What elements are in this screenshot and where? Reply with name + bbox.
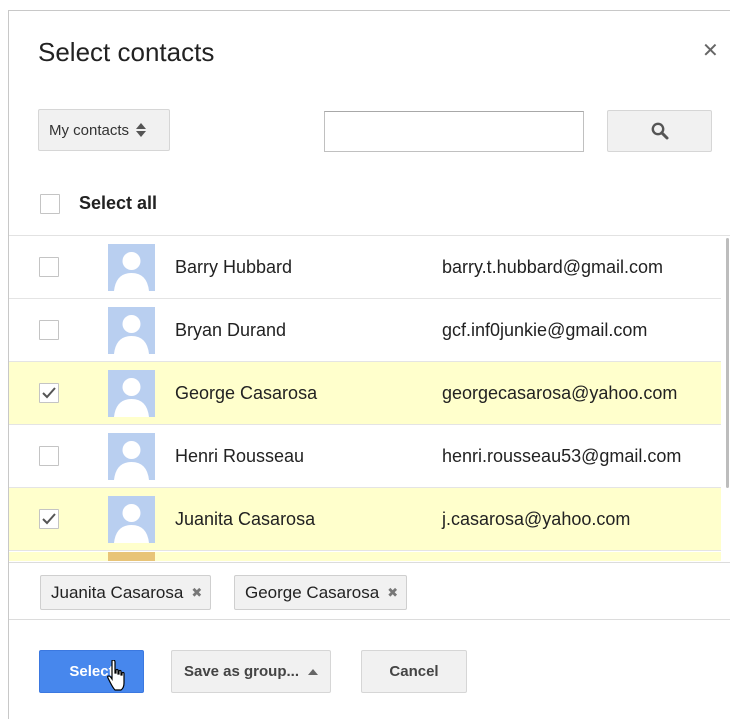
chip-label: George Casarosa — [245, 582, 380, 602]
select-contacts-dialog: Select contacts ✕ My contacts Select all… — [8, 10, 730, 719]
contact-group-label: My contacts — [49, 121, 130, 139]
selected-contact-chip: Juanita Casarosa ✖ — [40, 575, 212, 610]
select-all-row: Select all — [40, 193, 157, 214]
contact-name: Juanita Casarosa — [175, 509, 316, 529]
remove-chip-icon[interactable]: ✖ — [191, 585, 202, 601]
contact-checkbox[interactable] — [39, 257, 59, 277]
avatar — [108, 370, 155, 417]
up-down-arrows-icon — [136, 123, 147, 137]
avatar — [108, 307, 155, 354]
contact-name: Bryan Durand — [175, 320, 287, 340]
search-button[interactable] — [607, 110, 712, 152]
person-silhouette-icon — [114, 378, 149, 417]
contact-list: Barry Hubbard barry.t.hubbard@gmail.com … — [9, 235, 730, 561]
dialog-title: Select contacts — [38, 37, 215, 67]
contact-email: j.casarosa@yahoo.com — [442, 509, 631, 529]
contact-name: Henri Rousseau — [175, 446, 305, 466]
select-button[interactable]: Select — [39, 650, 144, 693]
triangle-up-icon — [308, 668, 319, 675]
select-all-checkbox[interactable] — [40, 193, 60, 214]
contact-checkbox[interactable] — [39, 383, 59, 403]
person-silhouette-icon — [114, 504, 149, 543]
contact-email: gcf.inf0junkie@gmail.com — [442, 320, 648, 340]
remove-chip-icon[interactable]: ✖ — [387, 585, 398, 601]
contact-checkbox[interactable] — [39, 446, 59, 466]
contact-row[interactable]: Barry Hubbard barry.t.hubbard@gmail.com — [9, 236, 721, 299]
contact-checkbox[interactable] — [39, 509, 59, 529]
checkmark-icon — [42, 387, 56, 399]
contact-group-dropdown[interactable]: My contacts — [38, 109, 170, 151]
person-silhouette-icon — [114, 315, 149, 354]
avatar — [108, 244, 155, 291]
contact-row[interactable]: Juanita Casarosa j.casarosa@yahoo.com — [9, 488, 721, 551]
selected-contacts-bar: Juanita Casarosa ✖ George Casarosa ✖ — [9, 562, 730, 620]
contact-checkbox[interactable] — [39, 320, 59, 340]
save-as-group-label: Save as group... — [183, 663, 300, 680]
cancel-button[interactable]: Cancel — [361, 650, 467, 693]
contact-row[interactable]: George Casarosa georgecasarosa@yahoo.com — [9, 362, 721, 425]
search-input[interactable] — [324, 111, 584, 152]
avatar — [108, 433, 155, 480]
select-all-label: Select all — [79, 193, 158, 213]
close-icon[interactable]: ✕ — [702, 41, 719, 61]
contact-row[interactable]: Henri Rousseau henri.rousseau53@gmail.co… — [9, 425, 721, 488]
contact-row[interactable]: Bryan Durand gcf.inf0junkie@gmail.com — [9, 299, 721, 362]
contact-email: henri.rousseau53@gmail.com — [442, 446, 682, 466]
contact-email: georgecasarosa@yahoo.com — [442, 383, 678, 403]
selected-contact-chip: George Casarosa ✖ — [234, 575, 408, 610]
avatar — [108, 552, 155, 561]
avatar — [108, 496, 155, 543]
contact-name: Barry Hubbard — [175, 257, 293, 277]
contact-name: George Casarosa — [175, 383, 318, 403]
contact-list-scrollbar[interactable] — [726, 238, 729, 488]
chip-label: Juanita Casarosa — [51, 582, 184, 602]
person-silhouette-icon — [114, 252, 149, 291]
search-icon — [651, 122, 668, 140]
checkmark-icon — [42, 513, 56, 525]
person-silhouette-icon — [114, 441, 149, 480]
contact-email: barry.t.hubbard@gmail.com — [442, 257, 664, 277]
contact-row-partial — [9, 552, 721, 561]
save-as-group-button[interactable]: Save as group... — [171, 650, 331, 693]
